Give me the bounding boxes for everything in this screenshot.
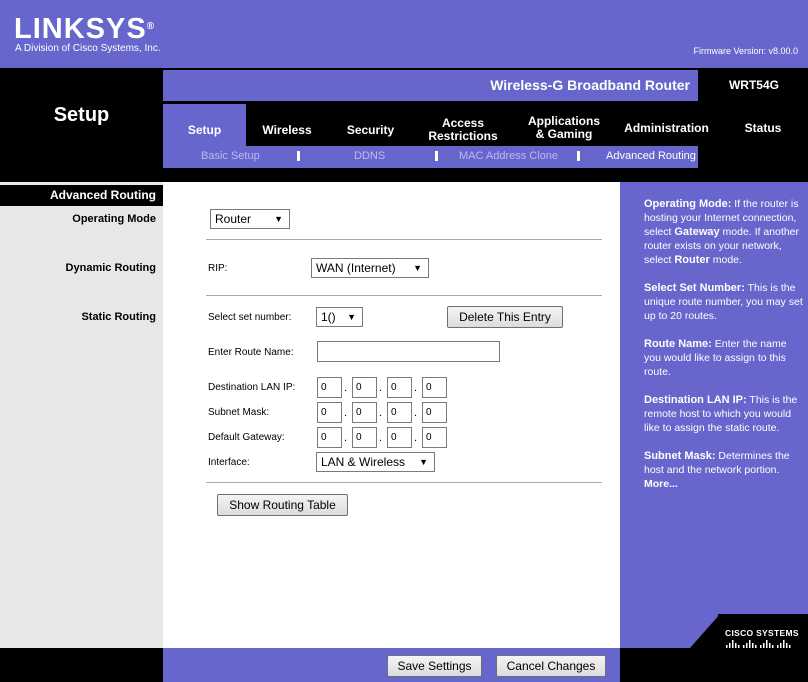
subtab-separator — [577, 151, 580, 161]
product-name: Wireless-G Broadband Router — [490, 77, 690, 93]
ip-dot: . — [344, 432, 348, 444]
tab-label: Setup — [187, 122, 222, 137]
tab-administration[interactable]: Administration — [615, 104, 718, 146]
divider — [206, 482, 602, 483]
interface-label: Interface: — [208, 457, 250, 468]
cisco-systems-logo: CISCO SYSTEMS — [725, 628, 799, 638]
select-value: Router — [215, 212, 252, 226]
route-name-label: Enter Route Name: — [208, 347, 294, 358]
footer-left — [0, 648, 163, 682]
select-value: 1() — [321, 310, 336, 324]
route-name-input[interactable] — [317, 341, 500, 362]
divider — [206, 239, 602, 240]
divider — [206, 295, 602, 296]
ip-dot: . — [414, 407, 418, 419]
cancel-changes-button[interactable]: Cancel Changes — [496, 655, 606, 677]
gateway-octet-4[interactable]: 0 — [422, 427, 447, 448]
dropdown-arrow-icon: ▼ — [419, 457, 428, 467]
section-heading: Advanced Routing — [49, 188, 156, 202]
ip-dot: . — [414, 382, 418, 394]
ip-dot: . — [379, 382, 383, 394]
tab-label: Status — [744, 120, 782, 135]
subtab-mac-address-clone[interactable]: MAC Address Clone — [459, 150, 558, 162]
tab-status[interactable]: Status — [718, 104, 808, 146]
cisco-bars-icon — [726, 640, 791, 648]
tab-label: Restrictions — [428, 129, 498, 143]
help-route-name: Route Name: Enter the name you would lik… — [644, 338, 787, 378]
left-panel — [0, 182, 163, 648]
footer-right — [620, 648, 808, 682]
tab-wireless[interactable]: Wireless — [246, 104, 328, 146]
subtab-advanced-routing[interactable]: Advanced Routing — [606, 150, 696, 162]
operating-mode-label: Operating Mode — [72, 213, 156, 225]
show-routing-table-button[interactable]: Show Routing Table — [217, 494, 348, 516]
subnet-mask-label: Subnet Mask: — [208, 407, 270, 418]
ip-dot: . — [344, 382, 348, 394]
logo-tagline: A Division of Cisco Systems, Inc. — [15, 43, 161, 54]
subtab-separator — [297, 151, 300, 161]
page-title: Setup — [53, 104, 110, 126]
select-set-label: Select set number: — [208, 312, 292, 323]
static-routing-label: Static Routing — [81, 311, 156, 323]
ip-dot: . — [414, 432, 418, 444]
destination-ip-octet-2[interactable]: 0 — [352, 377, 377, 398]
select-value: LAN & Wireless — [321, 455, 406, 469]
default-gateway-label: Default Gateway: — [208, 432, 285, 443]
destination-ip-label: Destination LAN IP: — [208, 382, 296, 393]
destination-ip-octet-3[interactable]: 0 — [387, 377, 412, 398]
tab-setup[interactable]: Setup — [163, 104, 246, 146]
cisco-logo-corner — [690, 614, 720, 648]
tab-label: Wireless — [262, 122, 312, 137]
help-text: Operating Mode: If the router is hosting… — [644, 197, 804, 505]
operating-mode-select[interactable]: Router ▼ — [210, 209, 290, 229]
interface-select[interactable]: LAN & Wireless ▼ — [316, 452, 435, 472]
subnet-octet-1[interactable]: 0 — [317, 402, 342, 423]
tab-label: Administration — [624, 120, 709, 135]
gateway-octet-1[interactable]: 0 — [317, 427, 342, 448]
destination-ip-octet-4[interactable]: 0 — [422, 377, 447, 398]
subtab-basic-setup[interactable]: Basic Setup — [201, 150, 260, 162]
tab-label: Security — [346, 122, 395, 137]
destination-ip-octet-1[interactable]: 0 — [317, 377, 342, 398]
gateway-octet-3[interactable]: 0 — [387, 427, 412, 448]
save-settings-button[interactable]: Save Settings — [387, 655, 482, 677]
ip-dot: . — [379, 432, 383, 444]
subtab-separator — [435, 151, 438, 161]
ip-dot: . — [379, 407, 383, 419]
firmware-version: Firmware Version: v8.00.0 — [693, 46, 798, 56]
select-value: WAN (Internet) — [316, 261, 396, 275]
dropdown-arrow-icon: ▼ — [347, 312, 356, 322]
tab-applications-gaming[interactable]: Applications & Gaming — [513, 104, 615, 146]
subnet-octet-3[interactable]: 0 — [387, 402, 412, 423]
dropdown-arrow-icon: ▼ — [413, 263, 422, 273]
dropdown-arrow-icon: ▼ — [274, 214, 283, 224]
rip-label: RIP: — [208, 263, 228, 274]
linksys-logo: LINKSYS® — [14, 13, 156, 45]
delete-entry-button[interactable]: Delete This Entry — [447, 306, 563, 328]
rip-select[interactable]: WAN (Internet) ▼ — [311, 258, 429, 278]
help-operating-mode: Operating Mode: If the router is hosting… — [644, 198, 799, 266]
subtab-ddns[interactable]: DDNS — [354, 150, 385, 162]
tab-security[interactable]: Security — [328, 104, 413, 146]
help-subnet-mask: Subnet Mask: Determines the host and the… — [644, 450, 790, 490]
model-number: WRT54G — [700, 70, 808, 101]
dynamic-routing-label: Dynamic Routing — [65, 262, 156, 274]
tab-access-restrictions[interactable]: Access Restrictions — [413, 104, 513, 146]
subnet-octet-2[interactable]: 0 — [352, 402, 377, 423]
gateway-octet-2[interactable]: 0 — [352, 427, 377, 448]
set-number-select[interactable]: 1() ▼ — [316, 307, 363, 327]
more-link[interactable]: More... — [644, 478, 678, 490]
help-set-number: Select Set Number: This is the unique ro… — [644, 282, 803, 322]
ip-dot: . — [344, 407, 348, 419]
tab-label: & Gaming — [535, 127, 593, 141]
subnet-octet-4[interactable]: 0 — [422, 402, 447, 423]
help-destination-ip: Destination LAN IP: This is the remote h… — [644, 394, 798, 434]
